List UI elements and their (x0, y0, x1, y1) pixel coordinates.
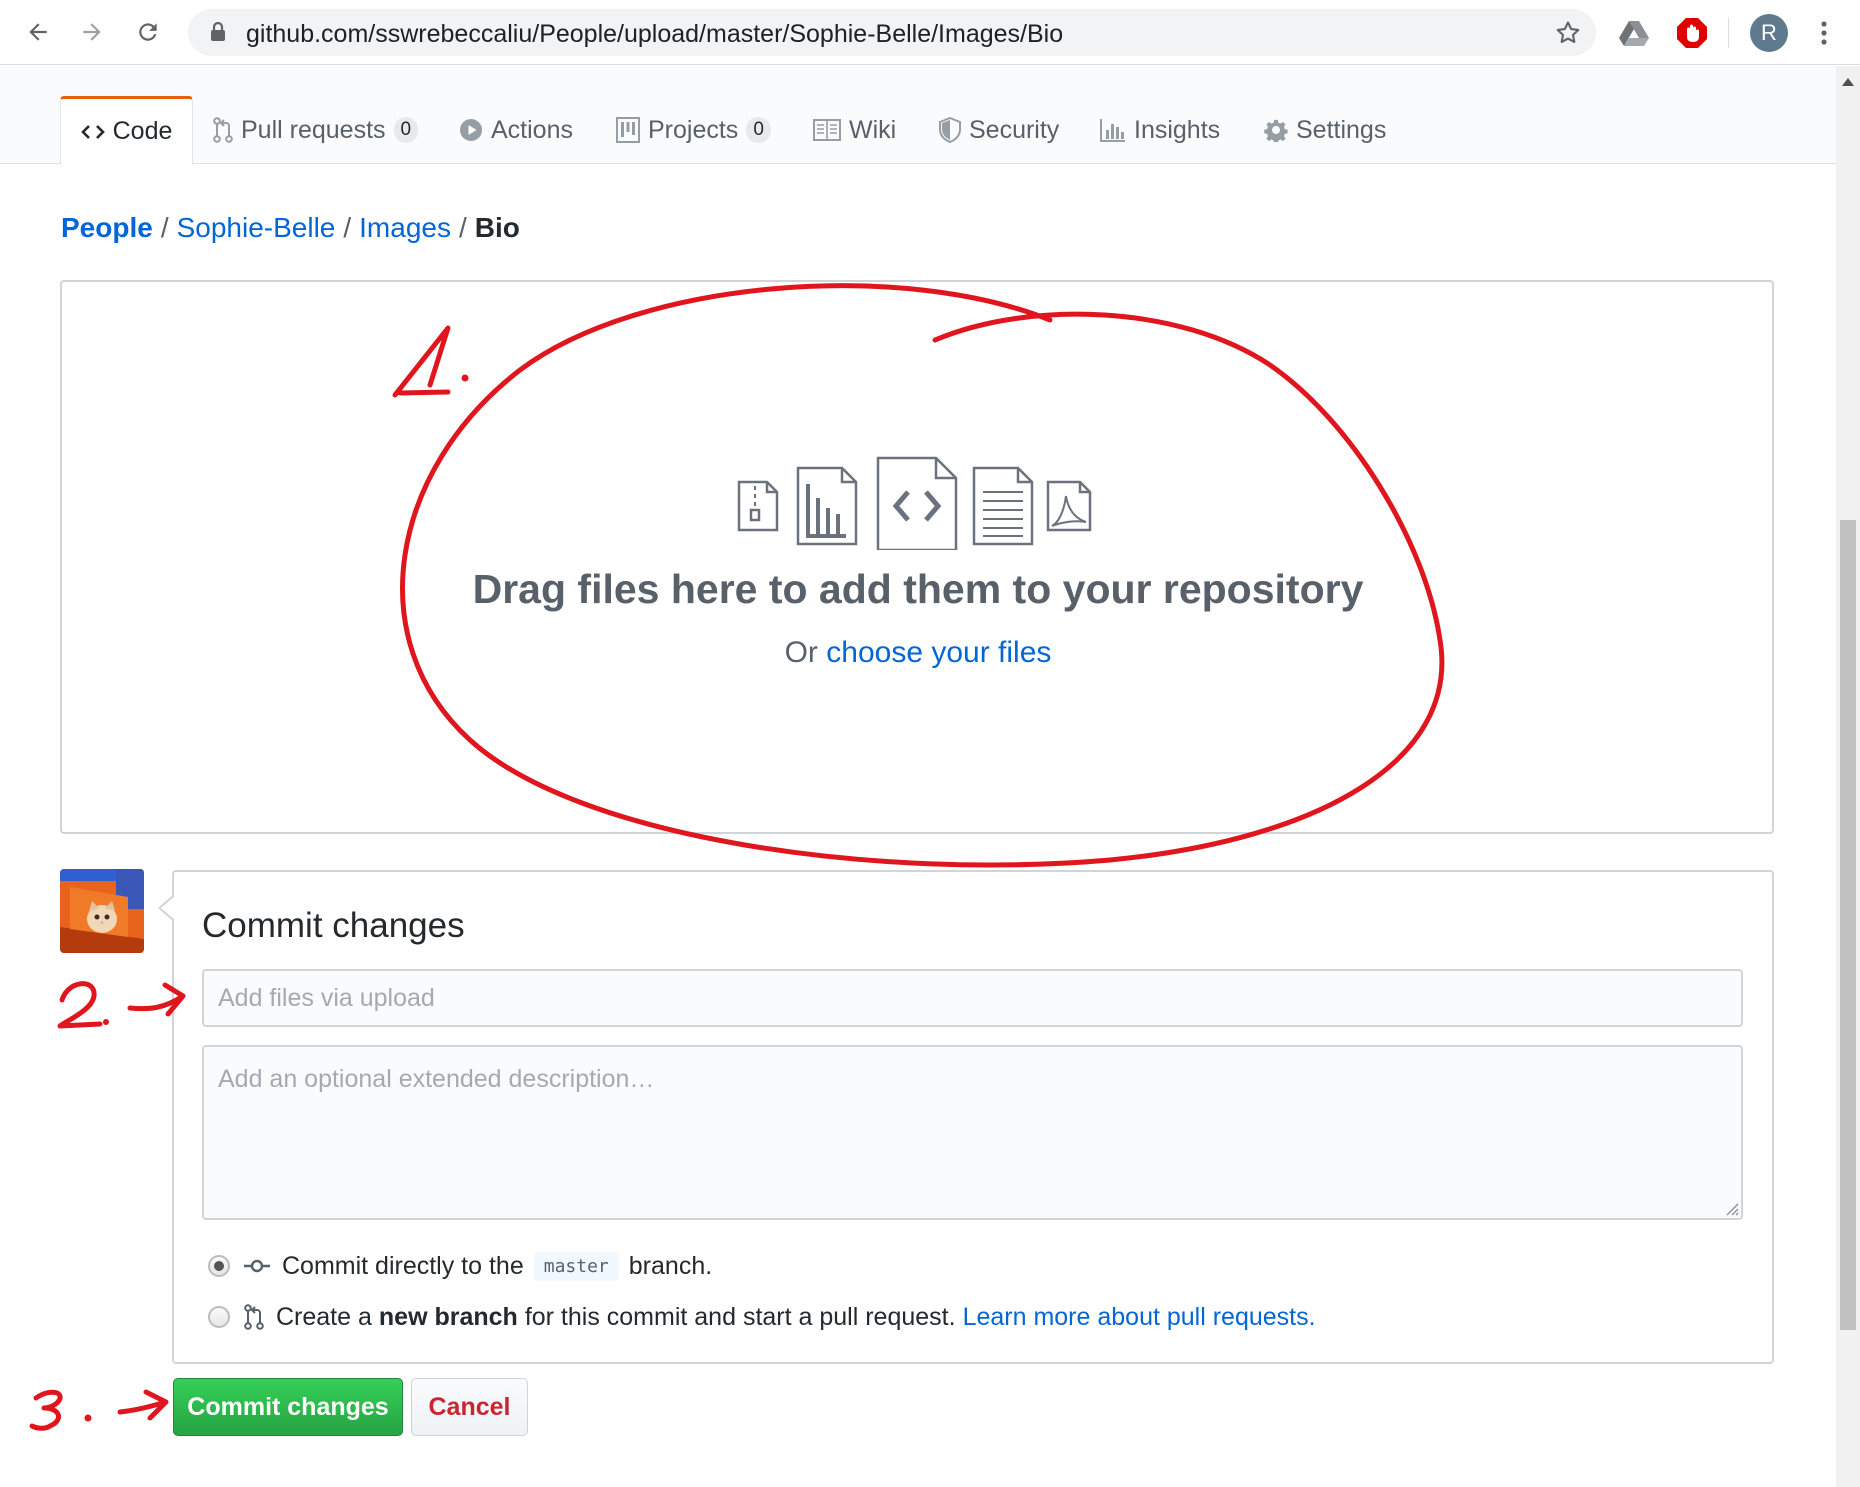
new-branch-bold: new branch (378, 1302, 518, 1331)
tab-actions[interactable]: Actions (459, 96, 573, 164)
scrollbar-thumb[interactable] (1840, 520, 1856, 1330)
book-icon (813, 119, 841, 141)
browser-toolbar: github.com/sswrebeccaliu/People/upload/m… (0, 0, 1860, 65)
repo-navigation: Code Pull requests 0 Actions Projects 0 … (0, 66, 1836, 165)
toolbar-divider (1728, 18, 1729, 48)
tab-security[interactable]: Security (939, 96, 1059, 164)
tab-label: Settings (1296, 115, 1387, 144)
file-type-icons (737, 456, 1092, 550)
profile-avatar[interactable]: R (1750, 14, 1788, 52)
triangle-up-icon (1842, 78, 1854, 86)
radio-commit-direct[interactable] (208, 1255, 230, 1277)
drop-zone-subtitle: Or choose your files (0, 636, 1836, 670)
git-pull-request-icon (213, 117, 233, 143)
reload-button[interactable] (128, 12, 168, 52)
annotation-step3-arrow (117, 1389, 169, 1421)
choose-files-link[interactable]: choose your files (826, 636, 1051, 669)
breadcrumb: People / Sophie-Belle / Images / Bio (61, 212, 520, 244)
breadcrumb-link-sophie-belle[interactable]: Sophie-Belle (177, 212, 336, 243)
learn-more-pull-requests-link[interactable]: Learn more about pull requests. (963, 1303, 1316, 1332)
tab-label: Security (969, 115, 1060, 144)
drop-zone-title: Drag files here to add them to your repo… (472, 566, 1364, 612)
forward-button[interactable] (72, 12, 112, 52)
project-icon (616, 117, 640, 143)
tab-label: Code (112, 117, 173, 145)
play-icon (459, 118, 483, 142)
adblock-extension-icon[interactable] (1672, 13, 1712, 53)
branch-name: master (533, 1251, 619, 1281)
resize-handle-icon[interactable] (1725, 1202, 1739, 1216)
projects-count: 0 (746, 117, 771, 143)
file-text-icon (972, 466, 1034, 546)
arrow-left-icon (29, 23, 47, 41)
address-bar[interactable]: github.com/sswrebeccaliu/People/upload/m… (188, 9, 1596, 56)
url-text: github.com/sswrebeccaliu/People/upload/m… (246, 20, 1064, 48)
file-zip-icon (737, 480, 779, 532)
tab-settings[interactable]: Settings (1264, 96, 1386, 164)
bookmark-star-icon[interactable] (1554, 19, 1582, 47)
tab-insights[interactable]: Insights (1100, 96, 1220, 164)
file-drop-zone[interactable] (60, 280, 1774, 834)
breadcrumb-root-link[interactable]: People (61, 212, 153, 243)
gear-icon (1264, 118, 1288, 142)
scroll-up-arrow[interactable] (1836, 70, 1860, 94)
tab-label: Actions (491, 115, 573, 144)
commit-option-direct[interactable]: Commit directly to the master branch. (208, 1248, 712, 1284)
avatar-image (60, 869, 144, 953)
back-button[interactable] (18, 12, 58, 52)
breadcrumb-separator: / (160, 212, 169, 243)
tab-code[interactable]: Code (60, 96, 193, 165)
code-icon (80, 122, 105, 142)
tab-projects[interactable]: Projects 0 (616, 96, 771, 164)
cancel-button[interactable]: Cancel (411, 1378, 528, 1436)
drive-extension-icon[interactable] (1614, 13, 1654, 53)
new-branch-suffix: for this commit and start a pull request… (524, 1302, 956, 1331)
tab-wiki[interactable]: Wiki (813, 96, 896, 164)
reload-icon (139, 23, 157, 41)
more-vertical-icon (1821, 21, 1827, 45)
graph-icon (1100, 118, 1126, 142)
commit-option-new-branch[interactable]: Create a new branch for this commit and … (208, 1299, 1316, 1335)
commit-summary-input[interactable] (202, 969, 1743, 1027)
git-commit-icon (244, 1258, 270, 1274)
new-branch-prefix: Create a (276, 1302, 372, 1331)
annotation-step2-digit (57, 981, 103, 1029)
file-pdf-icon (1046, 480, 1092, 532)
annotation-step3-dot (84, 1414, 92, 1422)
tab-label: Projects (648, 115, 739, 144)
tab-label: Pull requests (241, 115, 386, 144)
commit-direct-suffix: branch. (628, 1251, 713, 1280)
commit-direct-text: Commit directly to the (282, 1251, 524, 1280)
breadcrumb-link-images[interactable]: Images (359, 212, 451, 243)
arrow-right-icon (83, 23, 101, 41)
or-text: Or (784, 636, 818, 669)
commit-changes-button[interactable]: Commit changes (173, 1378, 403, 1436)
tab-pull-requests[interactable]: Pull requests 0 (213, 96, 419, 164)
tab-label: Insights (1134, 115, 1221, 144)
annotation-step2-dot (103, 1019, 109, 1025)
file-chart-icon (796, 466, 858, 546)
radio-new-branch[interactable] (208, 1306, 230, 1328)
breadcrumb-separator: / (343, 212, 352, 243)
user-avatar[interactable] (60, 869, 144, 953)
breadcrumb-current: Bio (474, 212, 520, 243)
pull-requests-count: 0 (393, 117, 419, 143)
git-pull-request-icon (244, 1304, 264, 1330)
commit-form-heading: Commit changes (202, 906, 465, 945)
file-code-icon (876, 456, 958, 550)
annotation-step3-digit (29, 1389, 63, 1431)
commit-description-input[interactable] (202, 1045, 1743, 1220)
breadcrumb-separator: / (458, 212, 467, 243)
browser-menu-button[interactable] (1812, 14, 1836, 52)
tab-label: Wiki (849, 115, 897, 144)
shield-icon (939, 117, 961, 143)
lock-icon (211, 22, 225, 41)
